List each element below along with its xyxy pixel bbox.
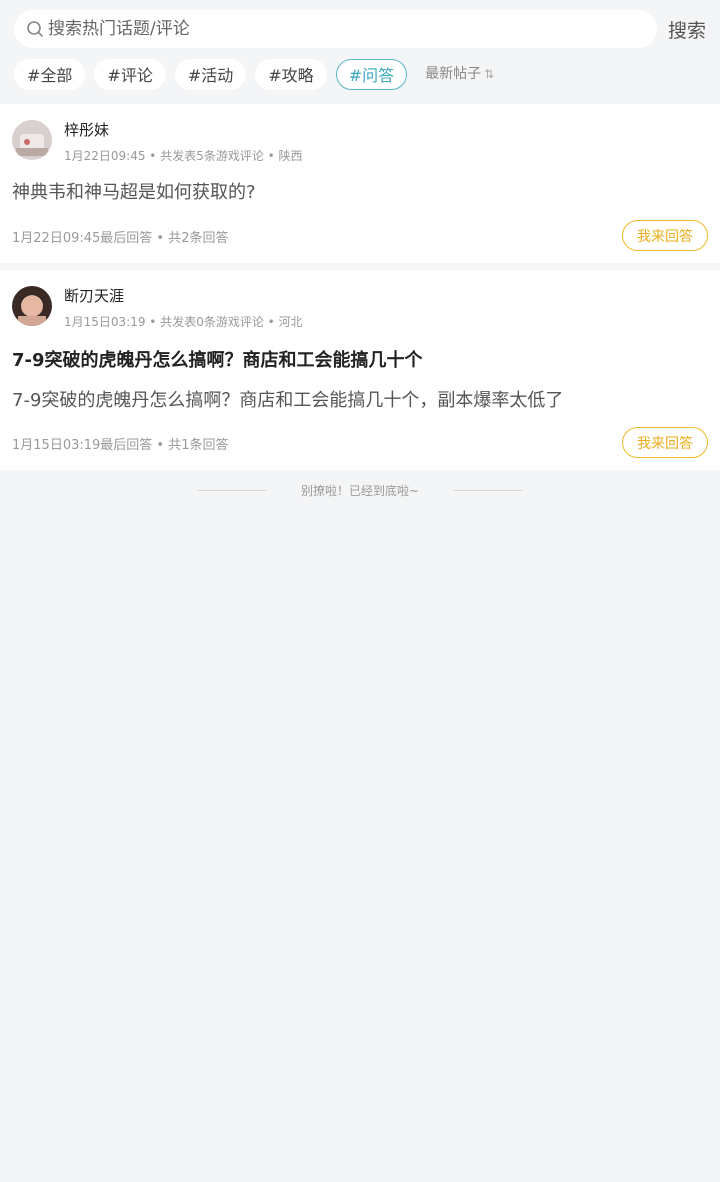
sort-arrows-icon: ⇅	[484, 67, 495, 81]
post-body[interactable]: 7-9突破的虎魄丹怎么搞啊？商店和工会能搞几十个，副本爆率太低了	[12, 386, 563, 412]
search-box[interactable]	[14, 10, 657, 48]
end-tip-text: 别撩啦！已经到底啦~	[300, 483, 420, 498]
post-body[interactable]: 神典韦和神马超是如何获取的?	[12, 178, 256, 204]
post-footer: 1月22日09:45最后回答 • 共2条回答	[12, 231, 229, 246]
post-card[interactable]: 断刃天涯 1月15日03:19 • 共发表0条游戏评论 • 河北 7-9突破的虎…	[0, 270, 720, 470]
top-bar: 搜索 #全部 #评论 #活动 #攻略 #问答 最新帖子 ⇅	[0, 0, 720, 104]
tag-review[interactable]: #评论	[94, 59, 166, 90]
search-button[interactable]: 搜索	[668, 16, 706, 43]
post-title[interactable]: 7-9突破的虎魄丹怎么搞啊？商店和工会能搞几十个	[12, 346, 423, 372]
username[interactable]: 断刃天涯	[64, 285, 124, 306]
end-of-list-tip: 别撩啦！已经到底啦~	[0, 480, 720, 500]
tag-all[interactable]: #全部	[14, 59, 86, 90]
search-input[interactable]	[48, 19, 608, 39]
tag-filter-bar: #全部 #评论 #活动 #攻略 #问答 最新帖子 ⇅	[14, 59, 494, 90]
tag-activity[interactable]: #活动	[174, 59, 247, 90]
tag-qa[interactable]: #问答	[335, 59, 408, 90]
post-card[interactable]: 梓彤妹 1月22日09:45 • 共发表5条游戏评论 • 陕西 神典韦和神马超是…	[0, 104, 720, 263]
avatar[interactable]	[12, 286, 52, 326]
post-meta: 1月15日03:19 • 共发表0条游戏评论 • 河北	[64, 315, 303, 329]
answer-button[interactable]: 我来回答	[622, 220, 708, 251]
search-icon	[27, 21, 43, 37]
divider	[453, 489, 524, 491]
avatar[interactable]	[12, 120, 52, 160]
divider	[196, 489, 267, 491]
post-meta: 1月22日09:45 • 共发表5条游戏评论 • 陕西	[64, 149, 303, 163]
sort-dropdown[interactable]: 最新帖子 ⇅	[425, 59, 494, 90]
tag-guide[interactable]: #攻略	[255, 59, 327, 90]
username[interactable]: 梓彤妹	[64, 119, 109, 140]
sort-label: 最新帖子	[425, 66, 482, 82]
post-footer: 1月15日03:19最后回答 • 共1条回答	[12, 438, 229, 453]
answer-button[interactable]: 我来回答	[622, 427, 708, 458]
